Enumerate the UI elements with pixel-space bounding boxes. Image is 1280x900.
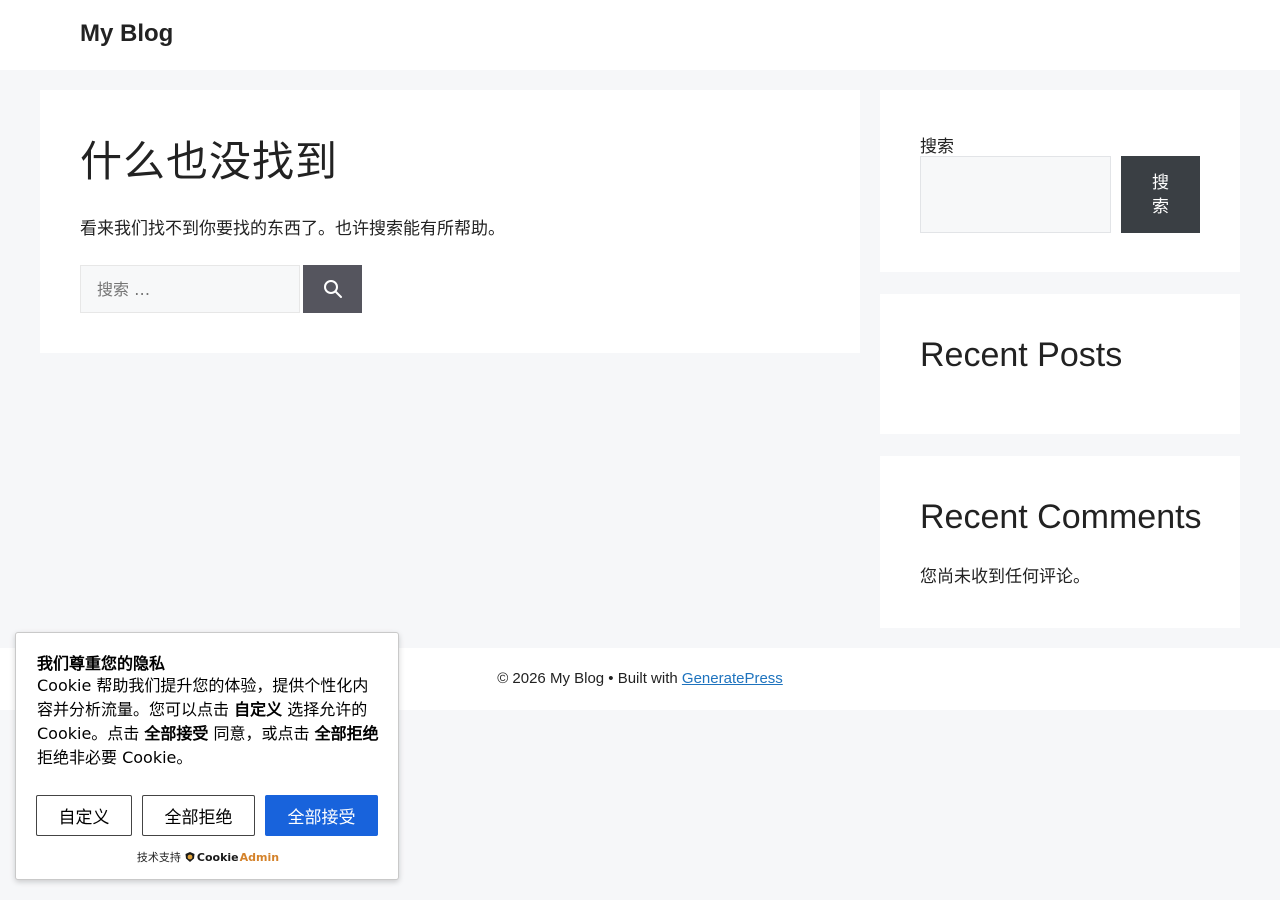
logo-text-admin: Admin [239,850,280,864]
site-title[interactable]: My Blog [80,20,173,48]
search-button[interactable] [303,265,362,313]
cookie-description: Cookie 帮助我们提升您的体验，提供个性化内容并分析流量。您可以点击 自定义… [37,674,382,770]
recent-posts-widget: Recent Posts [880,294,1240,434]
main-content: 什么也没找到 看来我们找不到你要找的东西了。也许搜索能有所帮助。 [40,90,860,353]
page-title: 什么也没找到 [80,137,339,186]
cookie-reject-all-button[interactable]: 全部拒绝 [142,795,255,836]
footer-copyright: © 2026 My Blog • Built with [497,670,682,687]
sidebar-search-widget: 搜索 搜索 [880,90,1240,272]
cookie-title: 我们尊重您的隐私 [37,654,166,673]
powered-by-label: 技术支持 [136,851,181,864]
sidebar-search-input[interactable] [920,156,1111,233]
cookieadmin-logo-icon [185,852,195,862]
cookie-accept-all-button[interactable]: 全部接受 [265,795,378,836]
cookie-desc-bold: 自定义 [234,700,283,719]
cookieadmin-logo[interactable]: Cookie Admin [184,851,279,864]
sidebar-search-button[interactable]: 搜索 [1121,156,1200,233]
cookie-desc-bold: 全部拒绝 [314,724,379,743]
cookie-powered-by: 技术支持 Cookie Admin [16,849,400,865]
cookie-customize-button[interactable]: 自定义 [36,795,132,836]
cookie-desc-part: 拒绝非必要 Cookie。 [37,748,193,767]
sidebar-search-label: 搜索 [920,137,954,157]
no-comments-text: 您尚未收到任何评论。 [920,567,1090,587]
footer-generatepress-link[interactable]: GeneratePress [682,670,783,687]
recent-comments-title: Recent Comments [920,498,1202,536]
cookie-desc-bold: 全部接受 [144,724,209,743]
recent-posts-title: Recent Posts [920,336,1123,374]
cookie-consent-banner: 我们尊重您的隐私 Cookie 帮助我们提升您的体验，提供个性化内容并分析流量。… [15,632,399,880]
search-icon [323,280,342,298]
recent-comments-widget: Recent Comments 您尚未收到任何评论。 [880,456,1240,628]
logo-text-cookie: Cookie [196,850,239,864]
cookie-desc-part: 同意，或点击 [208,724,315,743]
search-input[interactable] [80,265,300,313]
not-found-message: 看来我们找不到你要找的东西了。也许搜索能有所帮助。 [80,219,505,239]
site-header: My Blog [0,0,1280,70]
